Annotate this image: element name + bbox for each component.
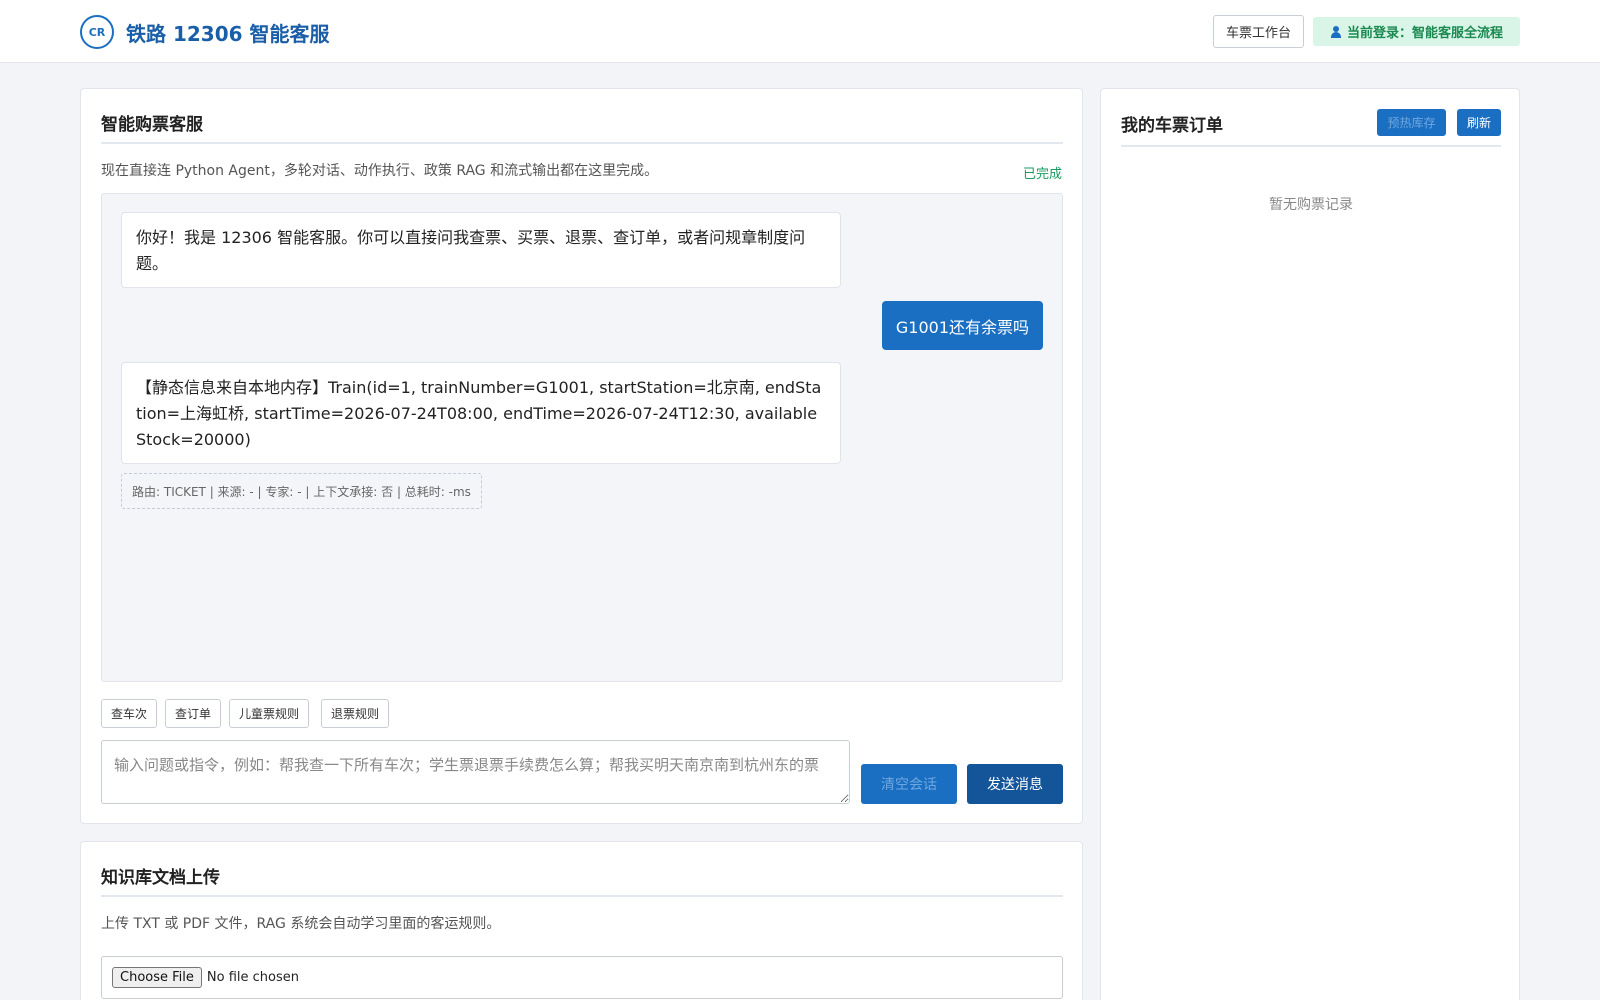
file-status-text: No file chosen	[206, 970, 299, 985]
assistant-message: 你好！我是 12306 智能客服。你可以直接问我查票、买票、退票、查订单，或者问…	[121, 212, 841, 288]
chat-panel: 智能购票客服 现在直接连 Python Agent，多轮对话、动作执行、政策 R…	[80, 88, 1083, 824]
chat-description: 现在直接连 Python Agent，多轮对话、动作执行、政策 RAG 和流式输…	[101, 163, 659, 179]
orders-title-divider	[1121, 145, 1501, 147]
logo-text: CR	[88, 25, 106, 39]
ticket-workbench-button[interactable]: 车票工作台	[1213, 15, 1304, 48]
warm-stock-button[interactable]: 预热库存	[1377, 109, 1446, 136]
login-status-text: 当前登录：智能客服全流程	[1346, 26, 1503, 41]
chat-status: 已完成	[1022, 167, 1062, 182]
chat-input[interactable]	[101, 740, 850, 804]
quick-action-refund-rules[interactable]: 退票规则	[321, 699, 390, 728]
quick-action-query-orders[interactable]: 查订单	[165, 699, 222, 728]
quick-action-child-ticket-rules[interactable]: 儿童票规则	[229, 699, 310, 728]
file-upload-field: Choose File No file chosen	[101, 956, 1063, 999]
orders-panel-title: 我的车票订单	[1121, 116, 1223, 136]
send-message-button[interactable]: 发送消息	[967, 764, 1063, 804]
chat-title-divider	[101, 142, 1063, 144]
kb-description: 上传 TXT 或 PDF 文件，RAG 系统会自动学习里面的客运规则。	[101, 916, 501, 932]
kb-title-divider	[101, 895, 1063, 897]
login-status-badge: 当前登录：智能客服全流程	[1313, 17, 1520, 46]
orders-empty-text: 暂无购票记录	[1269, 197, 1353, 213]
app-title: 铁路 12306 智能客服	[126, 22, 330, 46]
choose-file-button[interactable]: Choose File	[112, 967, 202, 988]
kb-panel-title: 知识库文档上传	[101, 868, 220, 888]
chat-panel-title: 智能购票客服	[101, 115, 203, 135]
top-header: CR 铁路 12306 智能客服 车票工作台 当前登录：智能客服全流程	[0, 0, 1600, 63]
user-icon	[1330, 25, 1342, 38]
logo-icon: CR	[80, 15, 114, 49]
assistant-message: 【静态信息来自本地内存】Train(id=1, trainNumber=G100…	[121, 362, 841, 464]
user-message: G1001还有余票吗	[881, 301, 1043, 350]
orders-panel: 我的车票订单 预热库存 刷新 暂无购票记录	[1100, 88, 1520, 1000]
response-meta-info: 路由: TICKET | 来源: - | 专家: - | 上下文承接: 否 | …	[121, 473, 482, 509]
refresh-button[interactable]: 刷新	[1457, 109, 1501, 136]
clear-session-button[interactable]: 清空会话	[861, 764, 957, 804]
quick-action-query-trains[interactable]: 查车次	[101, 699, 158, 728]
chat-message-area[interactable]: 你好！我是 12306 智能客服。你可以直接问我查票、买票、退票、查订单，或者问…	[101, 193, 1063, 682]
knowledge-upload-panel: 知识库文档上传 上传 TXT 或 PDF 文件，RAG 系统会自动学习里面的客运…	[80, 841, 1083, 1000]
